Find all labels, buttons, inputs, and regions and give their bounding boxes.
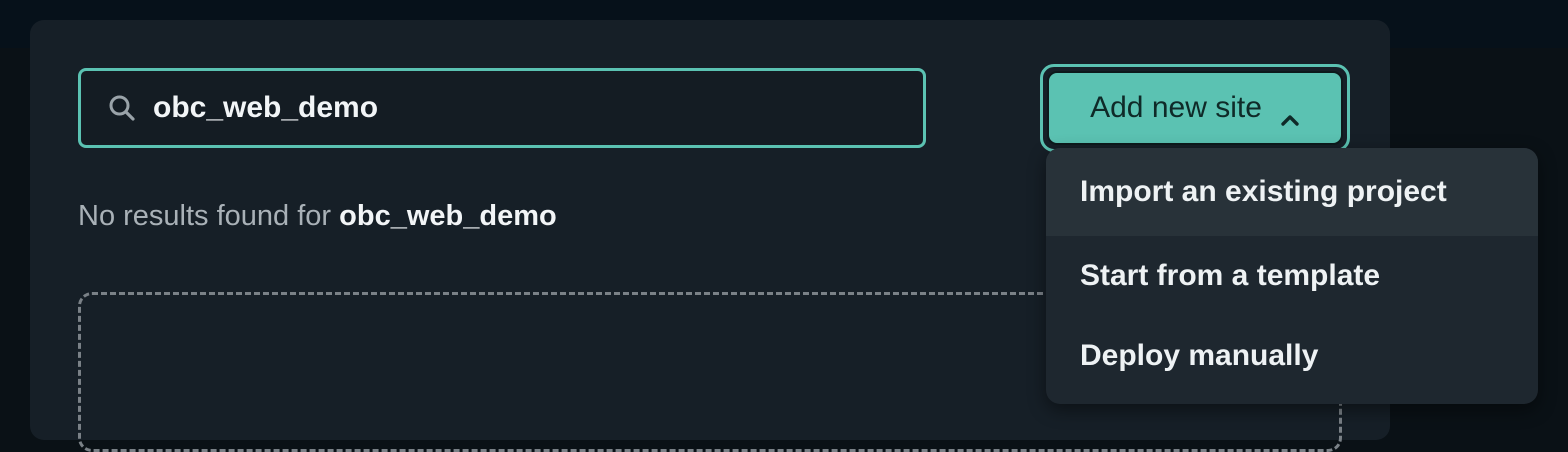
no-results-message: No results found for obc_web_demo [78,200,557,233]
search-icon [107,93,137,123]
no-results-prefix: No results found for [78,200,340,232]
menu-item-start-from-template[interactable]: Start from a template [1046,236,1538,316]
chevron-up-icon [1280,101,1300,126]
search-input[interactable] [153,78,893,138]
search-box[interactable] [78,68,926,148]
add-new-site-label: Add new site [1090,91,1262,124]
menu-item-deploy-manually[interactable]: Deploy manually [1046,316,1538,396]
add-new-site-button[interactable]: Add new site [1047,71,1343,145]
add-new-site-focus-ring: Add new site [1040,64,1350,152]
add-site-dropdown-menu: Import an existing project Start from a … [1046,148,1538,404]
no-results-term: obc_web_demo [339,200,557,232]
menu-item-import-existing-project[interactable]: Import an existing project [1046,148,1538,236]
